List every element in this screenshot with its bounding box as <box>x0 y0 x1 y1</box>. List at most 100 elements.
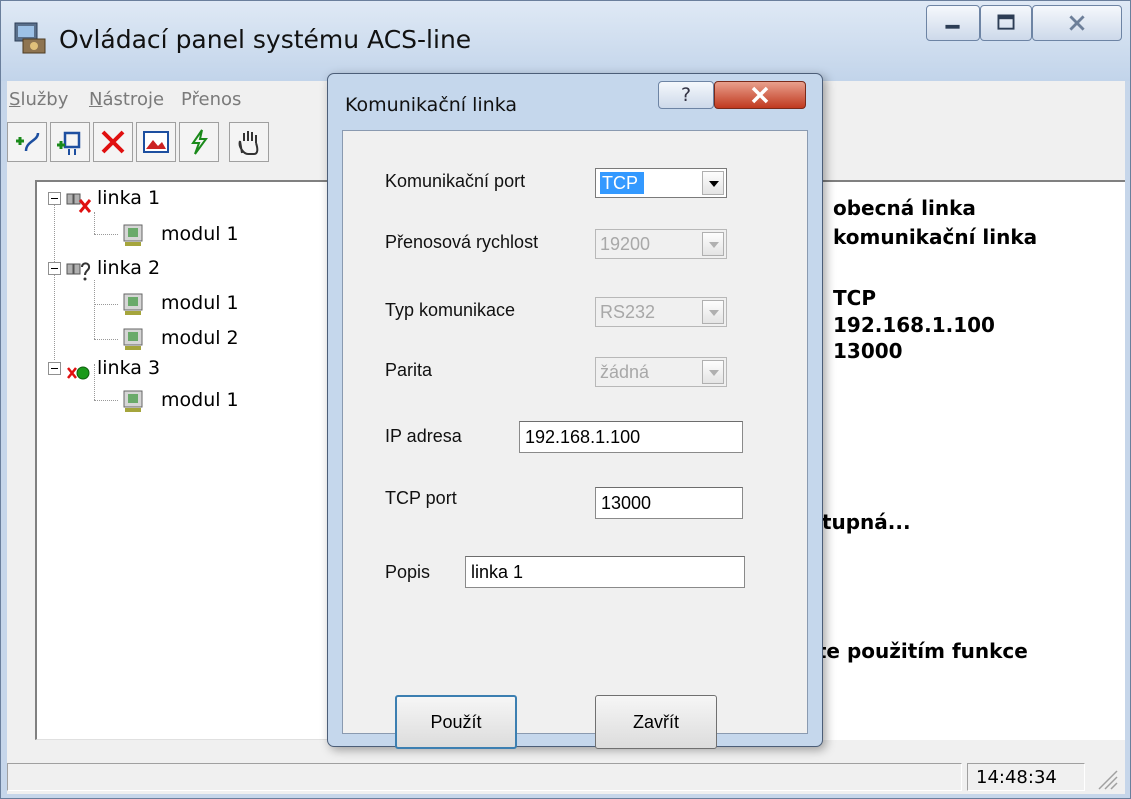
line-unknown-icon <box>66 262 91 281</box>
collapse-icon[interactable] <box>48 262 61 275</box>
menu-nastroje-mnemonic: N <box>89 89 103 110</box>
port-label: Komunikační port <box>385 171 526 191</box>
tree-item-modul-2[interactable]: modul 2 <box>37 324 337 352</box>
ip-label: IP adresa <box>385 426 462 446</box>
minimize-icon <box>945 24 960 29</box>
tree-item-label: modul 1 <box>161 292 239 314</box>
tree-item-label: linka 2 <box>97 257 161 279</box>
hand-icon <box>238 131 259 155</box>
resize-grip-icon[interactable] <box>1093 767 1119 791</box>
speed-combo: 19200 <box>595 229 727 259</box>
app-icon <box>14 22 46 54</box>
menu-prenos-label: Přenos <box>181 89 242 110</box>
desc-input[interactable] <box>466 557 744 587</box>
tree-item-linka-3[interactable]: linka 3 <box>37 354 337 382</box>
detail-kind: komunikační linka <box>833 225 1038 249</box>
tree-item-label: modul 2 <box>161 327 239 349</box>
port-value: TCP <box>600 172 644 194</box>
desc-label: Popis <box>385 562 431 582</box>
picture-icon <box>143 131 169 153</box>
parity-combo: žádná <box>595 357 727 387</box>
add-module-icon <box>57 131 81 155</box>
ip-field[interactable] <box>519 421 743 453</box>
menu-nastroje-label: ástroje <box>102 89 165 110</box>
tree-item-label: linka 1 <box>97 187 161 209</box>
restore-icon <box>997 14 1015 30</box>
apply-button[interactable]: Použít <box>395 695 517 749</box>
module-icon <box>123 390 143 412</box>
tcp-port-input[interactable] <box>596 488 742 518</box>
speed-label: Přenosová rychlost <box>385 232 539 252</box>
line-disconnected-icon <box>66 193 91 213</box>
tree-item-label: modul 1 <box>161 389 239 411</box>
minimize-button[interactable] <box>926 5 980 41</box>
detail-panel: obecná linka komunikační linka TCP 192.1… <box>807 180 1125 740</box>
add-module-button[interactable] <box>50 122 90 162</box>
help-button[interactable]: ? <box>658 81 714 109</box>
module-icon <box>123 328 143 350</box>
tree-item-modul-1[interactable]: modul 1 <box>37 220 337 248</box>
dialog-close-button[interactable] <box>714 81 806 109</box>
add-line-button[interactable] <box>7 122 47 162</box>
tree-item-label: linka 3 <box>97 357 161 379</box>
hand-button[interactable] <box>229 122 269 162</box>
add-line-icon <box>16 132 40 152</box>
type-combo: RS232 <box>595 297 727 327</box>
detail-hint: íte použitím funkce <box>810 639 1028 663</box>
picture-button[interactable] <box>136 122 176 162</box>
line-connected-icon <box>67 366 90 380</box>
tree-item-linka-2[interactable]: linka 2 <box>37 254 337 282</box>
module-icon <box>123 224 143 246</box>
maximize-button[interactable] <box>980 5 1032 41</box>
tree-item-modul-1[interactable]: modul 1 <box>37 289 337 317</box>
close-icon <box>1069 15 1085 31</box>
dialog-body: Komunikační port TCP Přenosová rychlost … <box>342 130 808 749</box>
desc-field[interactable] <box>465 556 745 588</box>
parity-label: Parita <box>385 360 433 380</box>
close-icon <box>751 86 769 104</box>
type-value: RS232 <box>600 302 656 322</box>
menu-prenos[interactable]: Přenos <box>181 89 241 110</box>
delete-button[interactable] <box>93 122 133 162</box>
chevron-down-icon <box>702 300 724 324</box>
detail-type: obecná linka <box>833 196 976 220</box>
chevron-down-icon <box>702 232 724 256</box>
detail-ip: 192.168.1.100 <box>833 313 995 337</box>
detail-protocol: TCP <box>833 286 876 310</box>
collapse-icon[interactable] <box>48 362 61 375</box>
dialog-title: Komunikační linka <box>345 94 518 116</box>
detail-port: 13000 <box>833 339 903 363</box>
tcp-port-label: TCP port <box>385 488 457 508</box>
parity-value: žádná <box>600 362 650 382</box>
menu-sluzby-mnemonic: S <box>9 89 21 110</box>
lightning-button[interactable] <box>179 122 219 162</box>
status-pane-main <box>7 763 962 791</box>
tree-item-linka-1[interactable]: linka 1 <box>37 184 337 213</box>
status-time: 14:48:34 <box>976 767 1057 788</box>
chevron-down-icon <box>702 360 724 384</box>
title-bar: Ovládací panel systému ACS-line <box>1 1 1130 81</box>
type-label: Typ komunikace <box>385 300 516 320</box>
module-icon <box>123 293 143 315</box>
tree-item-label: modul 1 <box>161 223 239 245</box>
menu-nastroje[interactable]: Nástroje <box>89 89 164 110</box>
close-button[interactable]: Zavřít <box>595 695 717 749</box>
tree-panel: linka 1 modul 1 linka 2 modul 1 modul 2 … <box>35 180 355 740</box>
status-pane-time: 14:48:34 <box>967 763 1085 791</box>
detail-status: stupná... <box>810 510 911 534</box>
status-bar: 14:48:34 <box>7 761 1125 794</box>
chevron-down-icon[interactable] <box>702 171 724 195</box>
lightning-icon <box>191 129 208 155</box>
menu-sluzby-label: lužby <box>20 89 69 110</box>
tcp-port-field[interactable] <box>595 487 743 519</box>
port-combo[interactable]: TCP <box>595 168 727 198</box>
tree-item-modul-1[interactable]: modul 1 <box>37 386 337 414</box>
collapse-icon[interactable] <box>48 192 61 205</box>
delete-icon <box>101 130 125 154</box>
communication-line-dialog: Komunikační linka ? Komunikační port TCP… <box>327 73 823 749</box>
speed-value: 19200 <box>600 234 651 254</box>
ip-input[interactable] <box>520 422 742 452</box>
menu-sluzby[interactable]: Služby <box>9 89 68 110</box>
window-title: Ovládací panel systému ACS-line <box>59 25 472 54</box>
window-close-button[interactable] <box>1032 5 1122 41</box>
